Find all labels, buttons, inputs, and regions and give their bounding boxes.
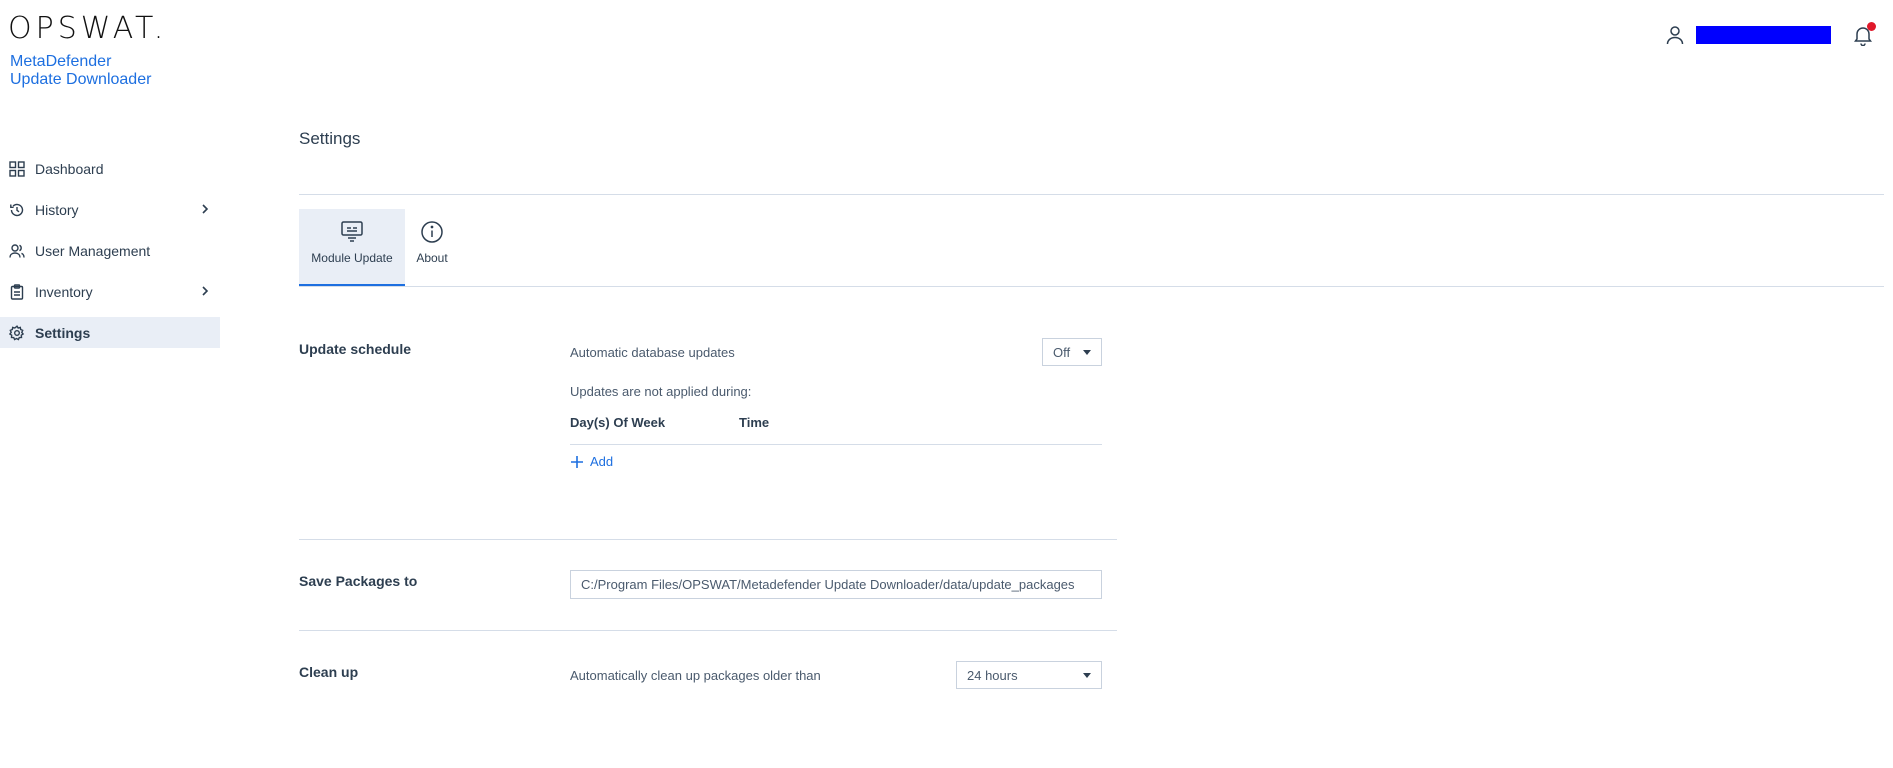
caret-down-icon — [1083, 350, 1091, 355]
auto-updates-select[interactable]: Off — [1042, 338, 1102, 366]
users-icon — [9, 243, 25, 259]
sidebar-item-inventory[interactable]: Inventory — [0, 276, 220, 307]
notification-dot — [1867, 22, 1876, 31]
caret-down-icon — [1083, 673, 1091, 678]
sidebar-item-label: History — [35, 201, 79, 218]
tab-label: About — [416, 251, 448, 265]
sidebar-item-dashboard[interactable]: Dashboard — [0, 153, 220, 184]
clean-up-label: Clean up — [299, 664, 359, 680]
auto-updates-label: Automatic database updates — [570, 345, 735, 360]
brand: OPSWAT. MetaDefender Update Downloader — [8, 14, 167, 89]
column-header-days: Day(s) Of Week — [570, 415, 666, 430]
chevron-right-icon[interactable] — [198, 284, 212, 298]
sidebar-item-label: Dashboard — [35, 160, 104, 177]
section-divider — [299, 539, 1117, 540]
clean-up-age-select[interactable]: 24 hours — [956, 661, 1102, 689]
clean-up-age-value: 24 hours — [967, 667, 1018, 683]
sidebar-item-label: Settings — [35, 324, 91, 341]
info-icon — [419, 219, 445, 245]
sidebar-item-label: User Management — [35, 242, 151, 259]
chevron-right-icon[interactable] — [198, 202, 212, 216]
plus-icon — [571, 455, 583, 468]
opswat-logo: OPSWAT. — [8, 11, 168, 46]
page-title: Settings — [299, 129, 361, 148]
product-name-line2: Update Downloader — [10, 71, 152, 88]
add-exclusion-button[interactable]: Add — [570, 454, 613, 469]
grid-icon — [9, 160, 25, 177]
update-schedule-label: Update schedule — [299, 341, 412, 357]
save-packages-path-input[interactable] — [570, 570, 1102, 599]
user-menu[interactable] — [1664, 24, 1831, 46]
clipboard-icon — [9, 283, 25, 300]
user-icon — [1664, 24, 1686, 46]
not-applied-label: Updates are not applied during: — [570, 384, 752, 399]
clean-up-text: Automatically clean up packages older th… — [570, 668, 821, 683]
sidebar-item-label: Inventory — [35, 283, 93, 300]
add-label: Add — [590, 454, 614, 469]
gear-icon — [9, 324, 25, 341]
module-icon — [339, 219, 365, 245]
table-divider — [570, 444, 1102, 445]
notifications-button[interactable] — [1852, 22, 1876, 47]
column-header-time: Time — [739, 415, 770, 430]
history-icon — [9, 202, 25, 218]
auto-updates-value: Off — [1053, 344, 1071, 360]
user-name-redacted[interactable] — [1696, 26, 1831, 44]
sidebar-item-settings[interactable]: Settings — [0, 317, 220, 348]
tab-label: Module Update — [311, 251, 393, 265]
sidebar-item-history[interactable]: History — [0, 194, 220, 225]
product-name-line1: MetaDefender — [10, 53, 112, 70]
tab-module-update[interactable]: Module Update — [299, 209, 405, 287]
sidebar-item-user-management[interactable]: User Management — [0, 235, 220, 266]
section-divider — [299, 630, 1117, 631]
divider — [299, 286, 1884, 287]
settings-tabs: Module Update About — [299, 209, 459, 287]
sidebar: Dashboard History User Management Invent… — [0, 153, 220, 358]
product-name: MetaDefender Update Downloader — [10, 53, 167, 89]
divider — [299, 194, 1884, 195]
save-packages-label: Save Packages to — [299, 573, 418, 589]
tab-about[interactable]: About — [405, 209, 459, 287]
